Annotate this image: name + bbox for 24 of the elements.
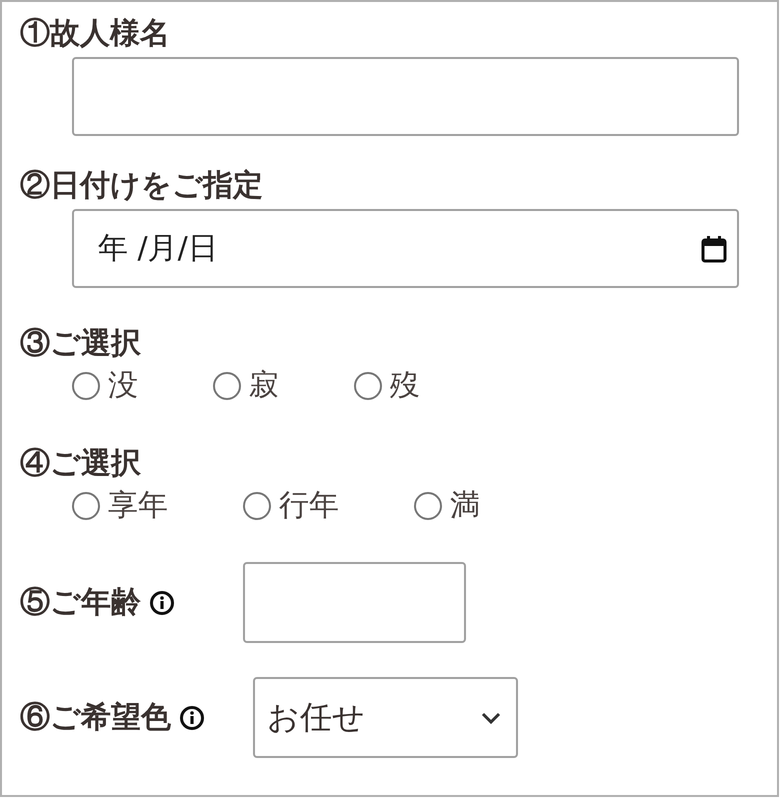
chevron-down-icon	[480, 710, 502, 724]
radio-label: 寂	[249, 367, 279, 405]
radio-button[interactable]	[72, 492, 100, 520]
text-field[interactable]	[72, 57, 739, 136]
field-label: ④ご選択	[20, 445, 141, 483]
radio-button[interactable]	[414, 492, 442, 520]
radio-button[interactable]	[354, 372, 382, 400]
calendar-icon	[701, 234, 727, 262]
radio-label: 満	[450, 487, 480, 525]
radio-button[interactable]	[213, 372, 241, 400]
radio-label: 歿	[390, 367, 420, 405]
field-label: ⑥ご希望色	[20, 698, 171, 736]
age-field[interactable]	[243, 562, 466, 643]
field-label: ⑤ご年齢	[20, 584, 141, 622]
field-label: ②日付けをご指定	[20, 167, 263, 205]
date-field[interactable]: 年 /月/日	[72, 209, 739, 288]
color-dropdown[interactable]: お任せ	[253, 677, 518, 758]
field-label: ③ご選択	[20, 325, 141, 363]
field-label: ①故人様名	[20, 15, 170, 53]
radio-button[interactable]	[243, 492, 271, 520]
radio-label: 行年	[279, 487, 339, 525]
radio-button[interactable]	[72, 372, 100, 400]
radio-label: 没	[108, 367, 138, 405]
radio-label: 享年	[108, 487, 168, 525]
